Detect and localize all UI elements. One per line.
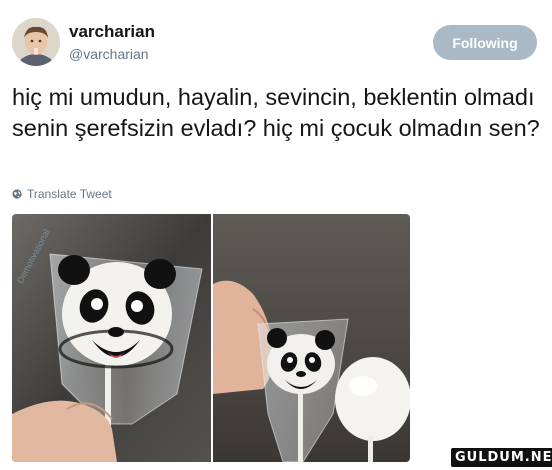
- user-avatar-icon: [12, 18, 60, 66]
- panda-lollipop-front-image: Demotivational: [12, 214, 211, 462]
- globe-icon: [12, 189, 22, 199]
- translate-label: Translate Tweet: [27, 187, 112, 201]
- following-button[interactable]: Following: [433, 25, 537, 60]
- media-grid: Demotivational: [12, 214, 410, 462]
- avatar[interactable]: [12, 18, 60, 66]
- translate-tweet-link[interactable]: Translate Tweet: [12, 187, 112, 201]
- watermark: GULDUM.NET: [451, 448, 552, 467]
- photo-panda-lollipop-back[interactable]: [213, 214, 410, 462]
- tweet-card: varcharian @varcharian Following hiç mi …: [0, 0, 552, 470]
- panda-lollipop-back-image: [213, 214, 410, 462]
- photo-panda-lollipop-front[interactable]: Demotivational: [12, 214, 211, 462]
- user-handle[interactable]: @varcharian: [69, 46, 149, 62]
- tweet-text: hiç mi umudun, hayalin, sevincin, beklen…: [12, 84, 540, 141]
- display-name[interactable]: varcharian: [69, 22, 155, 42]
